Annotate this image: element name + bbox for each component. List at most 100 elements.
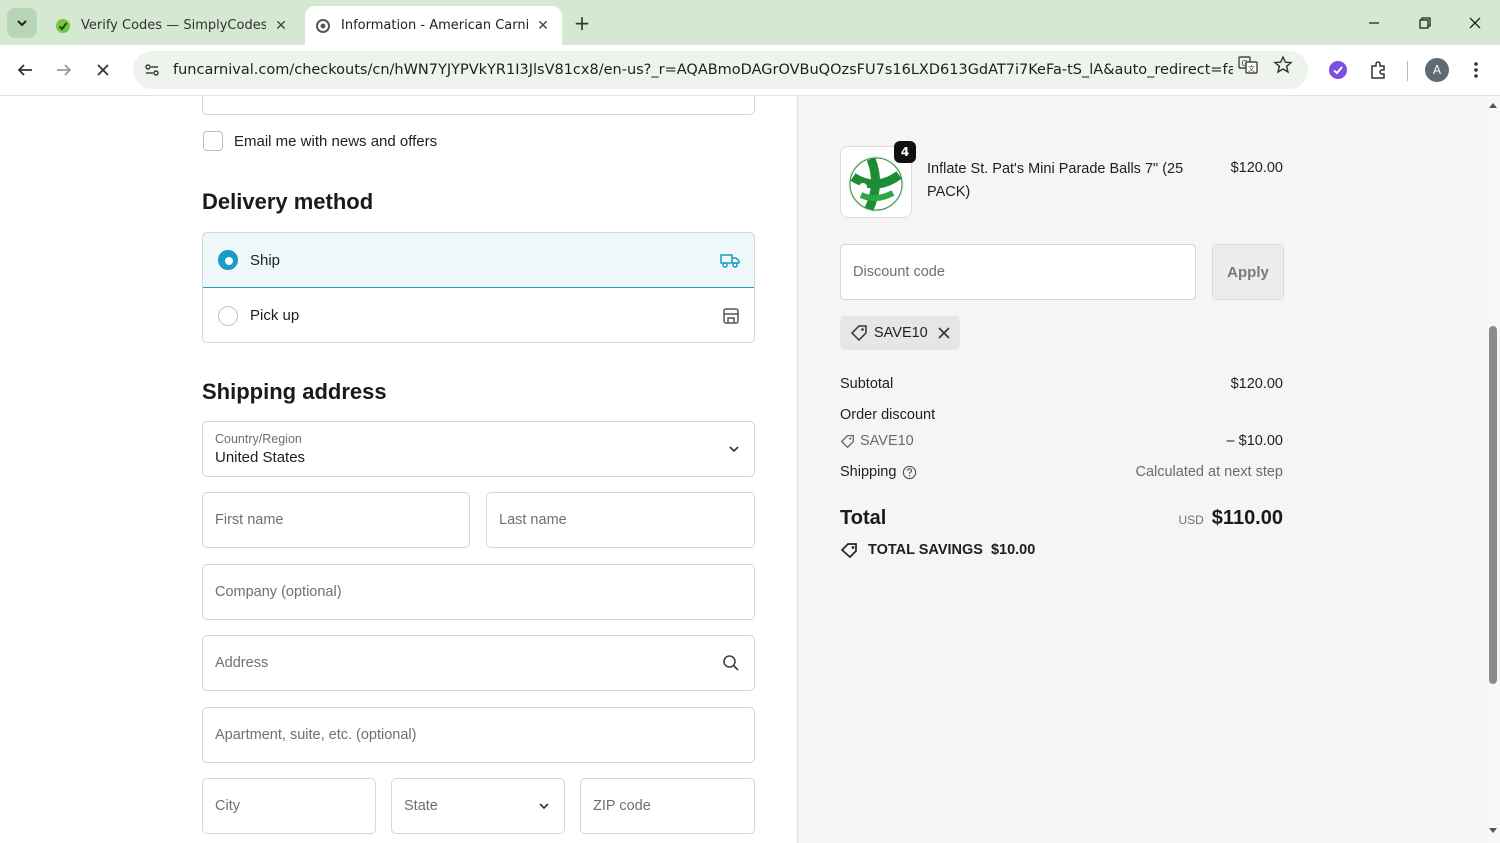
new-tab-button[interactable]: +	[570, 11, 594, 35]
city-placeholder: City	[215, 798, 240, 814]
page-scrollbar[interactable]	[1485, 96, 1500, 843]
tab-american-carnival[interactable]: Information - American Carniva ✕	[305, 6, 562, 45]
delivery-method-heading: Delivery method	[202, 189, 374, 214]
chevron-down-icon	[538, 800, 550, 812]
back-arrow-icon	[17, 64, 32, 76]
savings-tag-icon	[840, 541, 860, 559]
address-field[interactable]: Address	[202, 635, 755, 691]
shipping-label: Shipping	[840, 464, 897, 480]
profile-avatar[interactable]: A	[1425, 58, 1449, 82]
city-field[interactable]: City	[202, 778, 376, 834]
delivery-option-ship[interactable]: Ship	[203, 233, 754, 288]
discount-line: SAVE10	[840, 433, 914, 449]
last-name-field[interactable]: Last name	[486, 492, 755, 548]
applied-discount-chip: SAVE10	[840, 316, 960, 350]
country-select[interactable]: Country/Region United States	[202, 421, 755, 477]
delivery-method-group: Ship Pick up	[202, 232, 755, 343]
email-opt-in-label: Email me with news and offers	[234, 132, 438, 150]
discount-line-code: SAVE10	[860, 433, 914, 449]
shipping-row: Shipping	[840, 464, 917, 480]
extension-simplycodes-icon[interactable]	[1324, 56, 1352, 84]
close-tab-icon[interactable]: ✕	[272, 17, 290, 35]
ship-label: Ship	[250, 251, 281, 269]
shipping-address-heading: Shipping address	[202, 379, 387, 404]
stop-loading-button[interactable]	[87, 54, 119, 86]
first-name-placeholder: First name	[215, 512, 284, 528]
quantity-badge: 4	[894, 141, 916, 163]
extensions-puzzle-icon[interactable]	[1364, 56, 1392, 84]
apartment-field[interactable]: Apartment, suite, etc. (optional)	[202, 707, 755, 763]
restore-icon[interactable]	[1410, 8, 1440, 38]
total-savings: TOTAL SAVINGS $10.00	[840, 541, 1035, 559]
close-tab-icon[interactable]: ✕	[534, 17, 552, 35]
store-icon	[722, 307, 740, 325]
total-amount: $110.00	[1211, 507, 1283, 529]
order-summary: 4 Inflate St. Pat's Mini Parade Balls 7"…	[797, 96, 1485, 843]
company-field[interactable]: Company (optional)	[202, 564, 755, 620]
state-select[interactable]: State	[391, 778, 565, 834]
total-currency: USD	[1178, 513, 1204, 527]
tab-simplycodes[interactable]: Verify Codes — SimplyCodes ✕	[45, 6, 300, 45]
product-price: $120.00	[1230, 160, 1283, 176]
delivery-option-pickup[interactable]: Pick up	[203, 288, 754, 342]
scroll-down-arrow-icon[interactable]	[1488, 826, 1498, 836]
ship-radio[interactable]	[218, 250, 238, 270]
address-bar[interactable]: funcarnival.com/checkouts/cn/hWN7YJYPVkY…	[133, 51, 1308, 89]
pickup-radio[interactable]	[218, 305, 238, 326]
subtotal-value: $120.00	[1230, 376, 1283, 392]
shipping-value: Calculated at next step	[1135, 464, 1283, 480]
tab-bar: Verify Codes — SimplyCodes ✕ Information…	[0, 0, 1500, 45]
url-text[interactable]: funcarnival.com/checkouts/cn/hWN7YJYPVkY…	[173, 62, 1233, 78]
scroll-up-arrow-icon[interactable]	[1488, 100, 1498, 110]
discount-value: – $10.00	[1226, 433, 1283, 449]
svg-text:文: 文	[1248, 64, 1255, 73]
state-placeholder: State	[404, 798, 438, 814]
help-circle-icon[interactable]	[902, 465, 917, 480]
search-icon[interactable]	[722, 654, 740, 672]
close-window-icon[interactable]	[1460, 8, 1490, 38]
site-info-icon[interactable]	[135, 51, 169, 89]
tag-icon	[850, 324, 868, 342]
subtotal-label: Subtotal	[840, 376, 894, 392]
zip-placeholder: ZIP code	[593, 798, 651, 814]
back-button[interactable]	[9, 54, 41, 86]
first-name-field[interactable]: First name	[202, 492, 470, 548]
toolbar-divider	[1407, 61, 1408, 81]
scrollbar-thumb[interactable]	[1489, 326, 1497, 684]
forward-button[interactable]	[48, 54, 80, 86]
total-label: Total	[840, 507, 887, 529]
total-value-group: USD $110.00	[1178, 507, 1283, 530]
forward-arrow-icon	[57, 64, 72, 76]
truck-icon	[720, 251, 740, 269]
last-name-placeholder: Last name	[499, 512, 567, 528]
tab-title: Information - American Carniva	[341, 18, 528, 33]
apply-discount-button[interactable]: Apply	[1212, 244, 1284, 300]
tab-search-button[interactable]	[7, 8, 37, 38]
checkout-form: Email me with news and offers Delivery m…	[0, 96, 797, 843]
savings-value: $10.00	[990, 542, 1036, 558]
discount-code-input[interactable]: Discount code	[840, 244, 1196, 300]
order-discount-label: Order discount	[840, 407, 936, 423]
remove-discount-icon[interactable]	[938, 327, 950, 339]
applied-code-text: SAVE10	[874, 325, 928, 341]
email-field[interactable]	[202, 96, 755, 115]
close-icon	[97, 64, 109, 76]
tab-title: Verify Codes — SimplyCodes	[81, 18, 266, 33]
apartment-placeholder: Apartment, suite, etc. (optional)	[215, 727, 417, 743]
address-placeholder: Address	[215, 655, 269, 671]
loading-spinner-icon	[315, 18, 331, 34]
checkout-page: Email me with news and offers Delivery m…	[0, 96, 1500, 843]
minimize-icon[interactable]	[1359, 8, 1389, 38]
translate-icon[interactable]: G文	[1237, 54, 1259, 76]
email-opt-in-checkbox[interactable]	[203, 131, 223, 151]
email-opt-in[interactable]: Email me with news and offers	[203, 131, 437, 151]
zip-field[interactable]: ZIP code	[580, 778, 755, 834]
browser-toolbar: funcarnival.com/checkouts/cn/hWN7YJYPVkY…	[0, 45, 1500, 96]
country-value: United States	[215, 449, 306, 466]
simplycodes-favicon-icon	[55, 18, 71, 34]
country-label: Country/Region	[215, 432, 302, 446]
chevron-down-icon	[728, 443, 740, 455]
kebab-menu-icon[interactable]	[1462, 56, 1490, 84]
bookmark-star-icon[interactable]	[1272, 54, 1294, 76]
company-placeholder: Company (optional)	[215, 584, 342, 600]
